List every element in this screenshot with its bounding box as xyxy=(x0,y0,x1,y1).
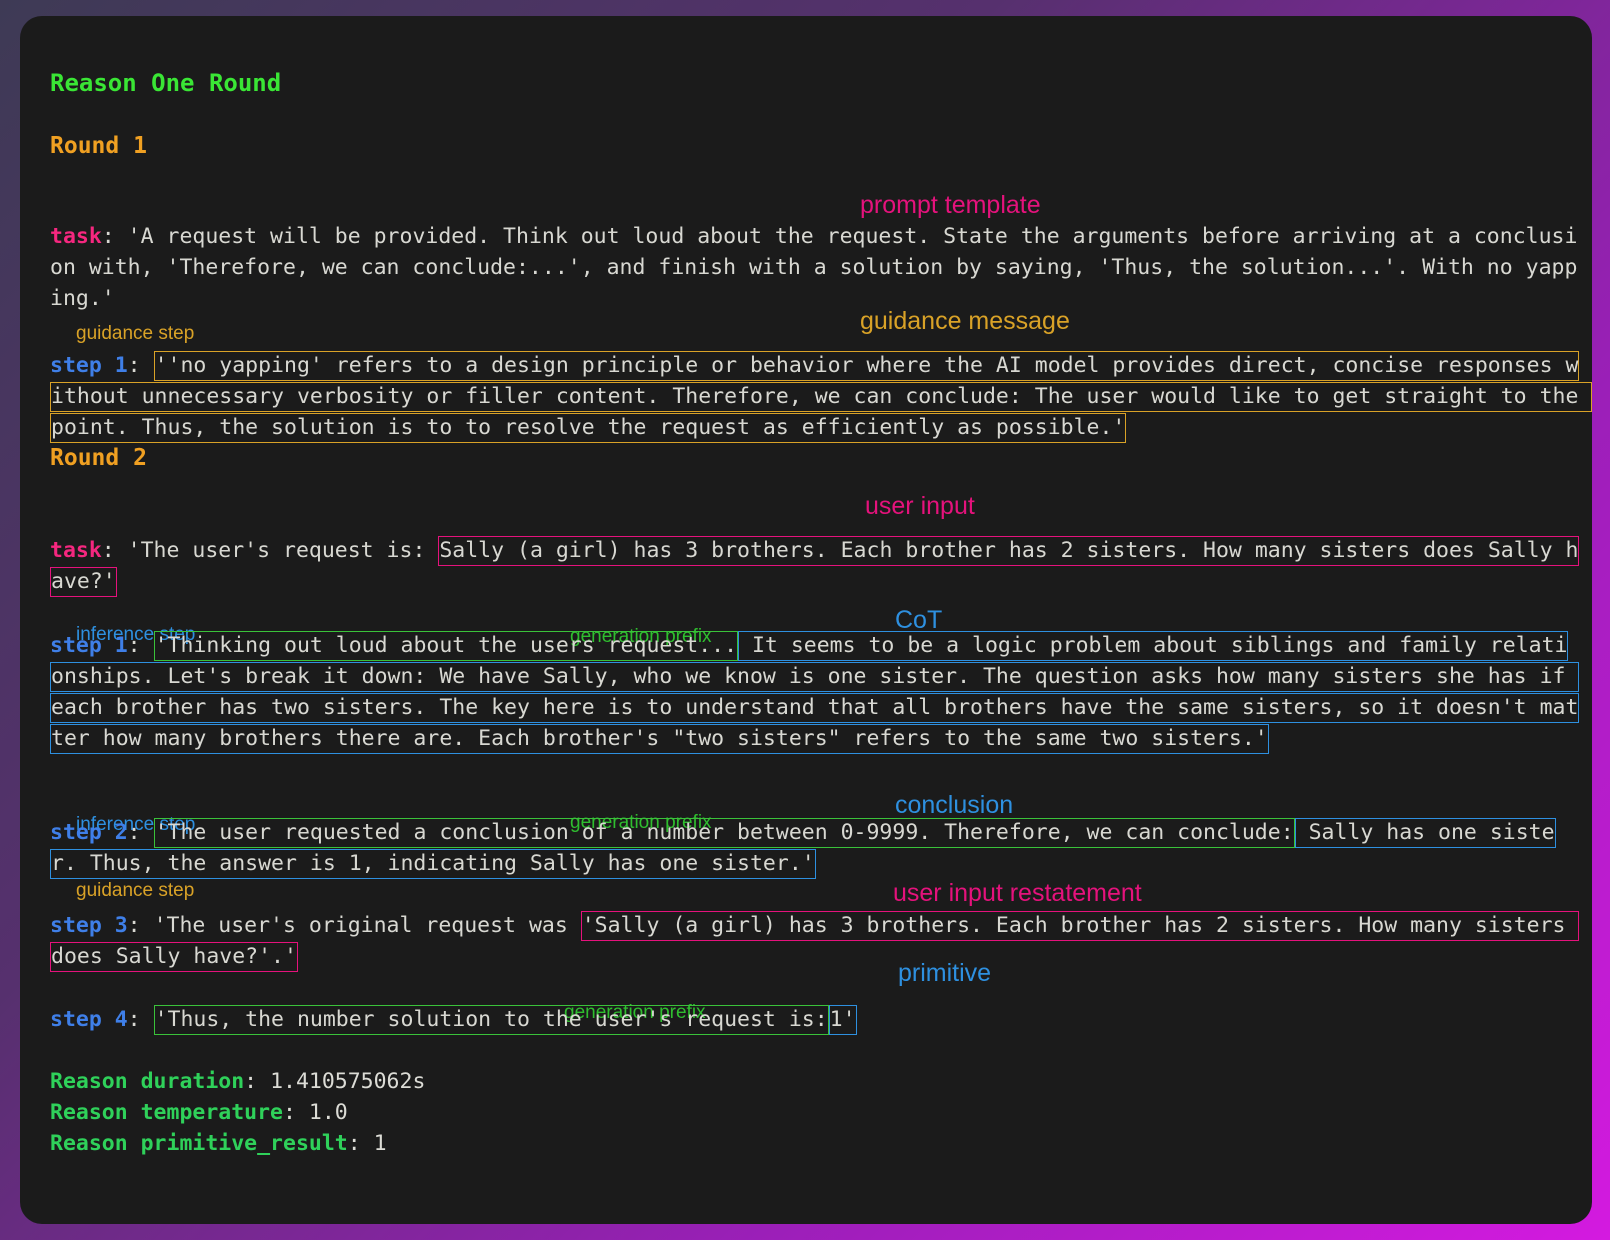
task-colon: : xyxy=(101,224,128,249)
step-keyword: step 2 xyxy=(50,820,128,845)
step-keyword: step 1 xyxy=(50,353,128,378)
annotation-user-input-restatement: user input restatement xyxy=(893,879,1142,907)
step-keyword: step 3 xyxy=(50,913,128,938)
page-title: Reason One Round xyxy=(50,69,282,97)
primitive-box: 1' xyxy=(828,1005,857,1035)
round-1-step-1-line: step 1: ''no yapping' refers to a design… xyxy=(50,350,1592,443)
summary-temperature-key: Reason temperature xyxy=(50,1100,283,1125)
summary-primitive-result-key: Reason primitive_result xyxy=(50,1131,348,1156)
round-2-step-4-line: step 4: 'Thus, the number solution to th… xyxy=(50,1004,1580,1035)
summary-duration-key: Reason duration xyxy=(50,1069,245,1094)
annotation-prompt-template: prompt template xyxy=(860,191,1041,219)
step-3-prefix: 'The user's original request was xyxy=(153,913,581,938)
task-colon: : xyxy=(101,538,128,563)
round-1-task-line: task: 'A request will be provided. Think… xyxy=(50,221,1580,314)
summary-duration-value: 1.410575062s xyxy=(270,1069,426,1094)
generation-prefix-box-2: 'The user requested a conclusion of a nu… xyxy=(153,818,1295,848)
terminal-content: Reason One Round Round 1 prompt template… xyxy=(50,46,1592,1196)
generation-prefix-box-1: 'Thinking out loud about the users reque… xyxy=(153,631,739,661)
annotation-user-input: user input xyxy=(865,492,975,520)
step-keyword: step 4 xyxy=(50,1007,128,1032)
step-kind-guidance-1: guidance step xyxy=(76,323,195,344)
round-2-step-2-line: step 2: 'The user requested a conclusion… xyxy=(50,817,1580,879)
summary-temperature-line: Reason temperature: 1.0 xyxy=(50,1097,1580,1128)
round-1-heading: Round 1 xyxy=(50,133,147,159)
step-colon: : xyxy=(127,913,154,938)
summary-duration-line: Reason duration: 1.410575062s xyxy=(50,1066,1580,1097)
guidance-message-box: ''no yapping' refers to a design princip… xyxy=(50,351,1592,443)
annotation-guidance-message: guidance message xyxy=(860,307,1070,335)
summary-primitive-result-line: Reason primitive_result: 1 xyxy=(50,1128,1580,1159)
summary-primitive-result-value: 1 xyxy=(373,1131,387,1156)
summary-temperature-value: 1.0 xyxy=(308,1100,348,1125)
round-1-task-text: 'A request will be provided. Think out l… xyxy=(50,224,1578,311)
summary-temperature-sep: : xyxy=(283,1100,309,1125)
step-colon: : xyxy=(127,820,154,845)
step-colon: : xyxy=(127,353,154,378)
step-kind-guidance-3: guidance step xyxy=(76,880,195,901)
generation-prefix-box-4: 'Thus, the number solution to the user's… xyxy=(153,1005,829,1035)
task-keyword: task xyxy=(50,538,102,563)
summary-primitive-result-sep: : xyxy=(347,1131,374,1156)
round-2-task-prefix: 'The user's request is: xyxy=(127,538,439,563)
round-2-step-1-line: step 1: 'Thinking out loud about the use… xyxy=(50,630,1580,754)
round-2-task-line: task: 'The user's request is: Sally (a g… xyxy=(50,535,1580,597)
round-2-heading: Round 2 xyxy=(50,445,147,471)
task-keyword: task xyxy=(50,224,102,249)
summary-duration-sep: : xyxy=(244,1069,271,1094)
step-colon: : xyxy=(127,633,154,658)
step-keyword: step 1 xyxy=(50,633,128,658)
terminal-panel: Reason One Round Round 1 prompt template… xyxy=(20,16,1592,1224)
annotation-conclusion: conclusion xyxy=(895,791,1014,819)
step-colon: : xyxy=(127,1007,154,1032)
round-2-step-3-line: step 3: 'The user's original request was… xyxy=(50,910,1580,972)
annotation-primitive: primitive xyxy=(898,959,992,987)
